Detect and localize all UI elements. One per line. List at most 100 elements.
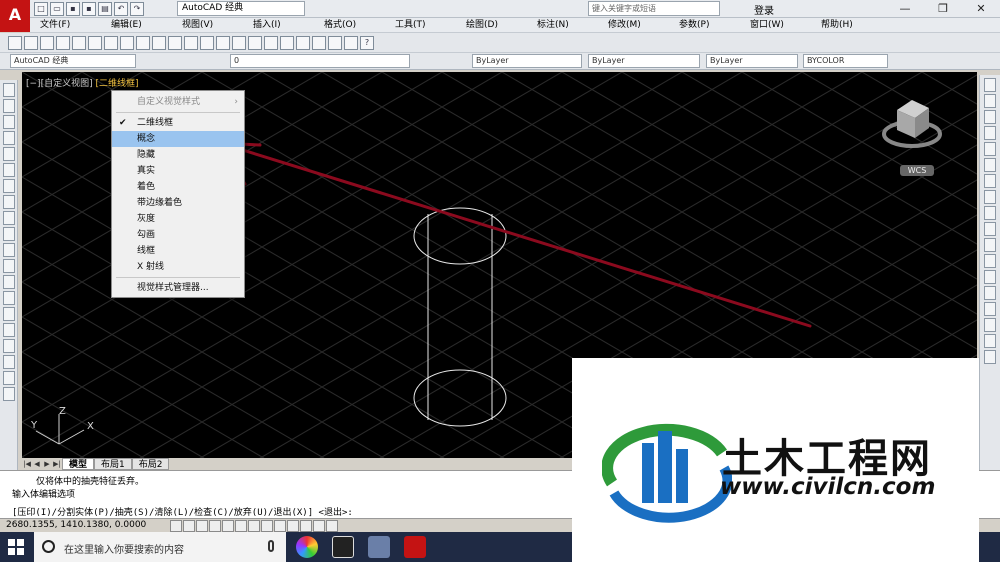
tab-layout1[interactable]: 布局1	[94, 458, 132, 470]
linetype-combo[interactable]: ByLayer	[588, 54, 700, 68]
menu-parametric[interactable]: 参数(P)	[669, 18, 740, 32]
menu-item-custom-style[interactable]: 自定义视觉样式 ›	[112, 94, 244, 110]
selection-cycling-icon[interactable]	[326, 520, 338, 532]
move-icon[interactable]	[984, 158, 996, 172]
line-icon[interactable]	[2, 83, 15, 97]
next-tab-icon[interactable]: ▶	[42, 460, 52, 468]
save-as-icon[interactable]: ▪	[82, 2, 96, 16]
prev-tab-icon[interactable]: ◀	[32, 460, 42, 468]
copy-icon[interactable]	[120, 36, 134, 50]
viewport-controls-label[interactable]: [−][自定义视图] [二维线框]	[26, 76, 139, 89]
tool-palettes-icon[interactable]	[296, 36, 310, 50]
erase-icon[interactable]	[984, 78, 996, 92]
viewport-view-label[interactable]: [−][自定义视图]	[26, 79, 93, 89]
menu-window[interactable]: 窗口(W)	[740, 18, 811, 32]
coordinate-readout[interactable]: 2680.1355, 1410.1380, 0.0000	[6, 520, 146, 530]
match-properties-icon[interactable]	[152, 36, 166, 50]
ellipse-icon[interactable]	[2, 227, 15, 241]
wcs-menu[interactable]: WCS	[900, 165, 934, 176]
preview-icon[interactable]	[72, 36, 86, 50]
spline-icon[interactable]	[2, 211, 15, 225]
scale-icon[interactable]	[984, 190, 996, 204]
open-icon[interactable]	[24, 36, 38, 50]
join-icon[interactable]	[984, 286, 996, 300]
qnew-icon[interactable]	[8, 36, 22, 50]
microphone-icon[interactable]	[268, 540, 274, 552]
make-block-icon[interactable]	[2, 275, 15, 289]
rotate-icon[interactable]	[984, 174, 996, 188]
autocad-taskbar-icon[interactable]	[404, 536, 426, 558]
grid-icon[interactable]	[183, 520, 195, 532]
color-combo[interactable]: ByLayer	[472, 54, 582, 68]
3d-osnap-icon[interactable]	[235, 520, 247, 532]
save-icon[interactable]: ▪	[66, 2, 80, 16]
gradient-icon[interactable]	[2, 323, 15, 337]
help-search-input[interactable]: 键入关键字或短语	[588, 1, 720, 16]
menu-insert[interactable]: 插入(I)	[243, 18, 314, 32]
menu-item-style-manager[interactable]: 视觉样式管理器...	[112, 280, 244, 296]
menu-file[interactable]: 文件(F)	[30, 18, 101, 32]
polar-icon[interactable]	[209, 520, 221, 532]
minimize-icon[interactable]: —	[886, 0, 924, 18]
arc-icon[interactable]	[2, 163, 15, 177]
first-tab-icon[interactable]: |◀	[22, 460, 32, 468]
otrack-icon[interactable]	[248, 520, 260, 532]
tab-layout2[interactable]: 布局2	[131, 458, 170, 470]
open-file-icon[interactable]: ▭	[50, 2, 64, 16]
dyn-icon[interactable]	[274, 520, 286, 532]
windows-start-icon[interactable]	[8, 539, 24, 555]
zoom-previous-icon[interactable]	[248, 36, 262, 50]
menu-item-xray[interactable]: X 射线	[112, 259, 244, 275]
point-icon[interactable]	[2, 291, 15, 305]
stretch-icon[interactable]	[984, 206, 996, 220]
chamfer-icon[interactable]	[984, 302, 996, 316]
publish-icon[interactable]	[88, 36, 102, 50]
tab-model[interactable]: 模型	[62, 458, 95, 470]
login-button[interactable]: 登录	[754, 2, 774, 17]
autocad-logo-icon[interactable]: A	[0, 0, 30, 32]
layer-combo[interactable]: 0	[230, 54, 410, 68]
pan-icon[interactable]	[200, 36, 214, 50]
menu-view[interactable]: 视图(V)	[172, 18, 243, 32]
construction-line-icon[interactable]	[2, 99, 15, 113]
copy-object-icon[interactable]	[984, 94, 996, 108]
save-icon[interactable]	[40, 36, 54, 50]
menu-tools[interactable]: 工具(T)	[385, 18, 456, 32]
osnap-icon[interactable]	[222, 520, 234, 532]
paste-icon[interactable]	[136, 36, 150, 50]
menu-item-hidden[interactable]: 隐藏	[112, 147, 244, 163]
transparency-icon[interactable]	[300, 520, 312, 532]
plot-icon[interactable]	[56, 36, 70, 50]
break-icon[interactable]	[984, 270, 996, 284]
print-icon[interactable]: ▤	[98, 2, 112, 16]
menu-format[interactable]: 格式(O)	[314, 18, 385, 32]
menu-item-wireframe[interactable]: 线框	[112, 243, 244, 259]
rectangle-icon[interactable]	[2, 147, 15, 161]
region-icon[interactable]	[2, 339, 15, 353]
zoom-window-icon[interactable]	[232, 36, 246, 50]
mtext-icon[interactable]	[2, 371, 15, 385]
snap-icon[interactable]	[170, 520, 182, 532]
fillet-icon[interactable]	[984, 318, 996, 332]
video-editor-icon[interactable]	[332, 536, 354, 558]
offset-icon[interactable]	[984, 126, 996, 140]
menu-item-shaded[interactable]: 着色	[112, 179, 244, 195]
close-icon[interactable]: ✕	[962, 0, 1000, 18]
workspace-combo[interactable]: AutoCAD 经典	[10, 54, 136, 68]
hatch-icon[interactable]	[2, 307, 15, 321]
ducs-icon[interactable]	[261, 520, 273, 532]
last-tab-icon[interactable]: ▶|	[52, 460, 62, 468]
extend-icon[interactable]	[984, 238, 996, 252]
visual-style-label[interactable]: [二维线框]	[95, 79, 138, 89]
polygon-icon[interactable]	[2, 131, 15, 145]
undo-icon[interactable]	[168, 36, 182, 50]
explode-icon[interactable]	[984, 350, 996, 364]
circle-icon[interactable]	[2, 179, 15, 193]
help-icon[interactable]: ?	[360, 36, 374, 50]
break-at-point-icon[interactable]	[984, 254, 996, 268]
menu-item-2d-wireframe[interactable]: ✔ 二维线框	[112, 115, 244, 131]
calculator-icon[interactable]	[344, 36, 358, 50]
sheet-set-icon[interactable]	[312, 36, 326, 50]
paint-app-icon[interactable]	[368, 536, 390, 558]
lineweight-icon[interactable]	[287, 520, 299, 532]
